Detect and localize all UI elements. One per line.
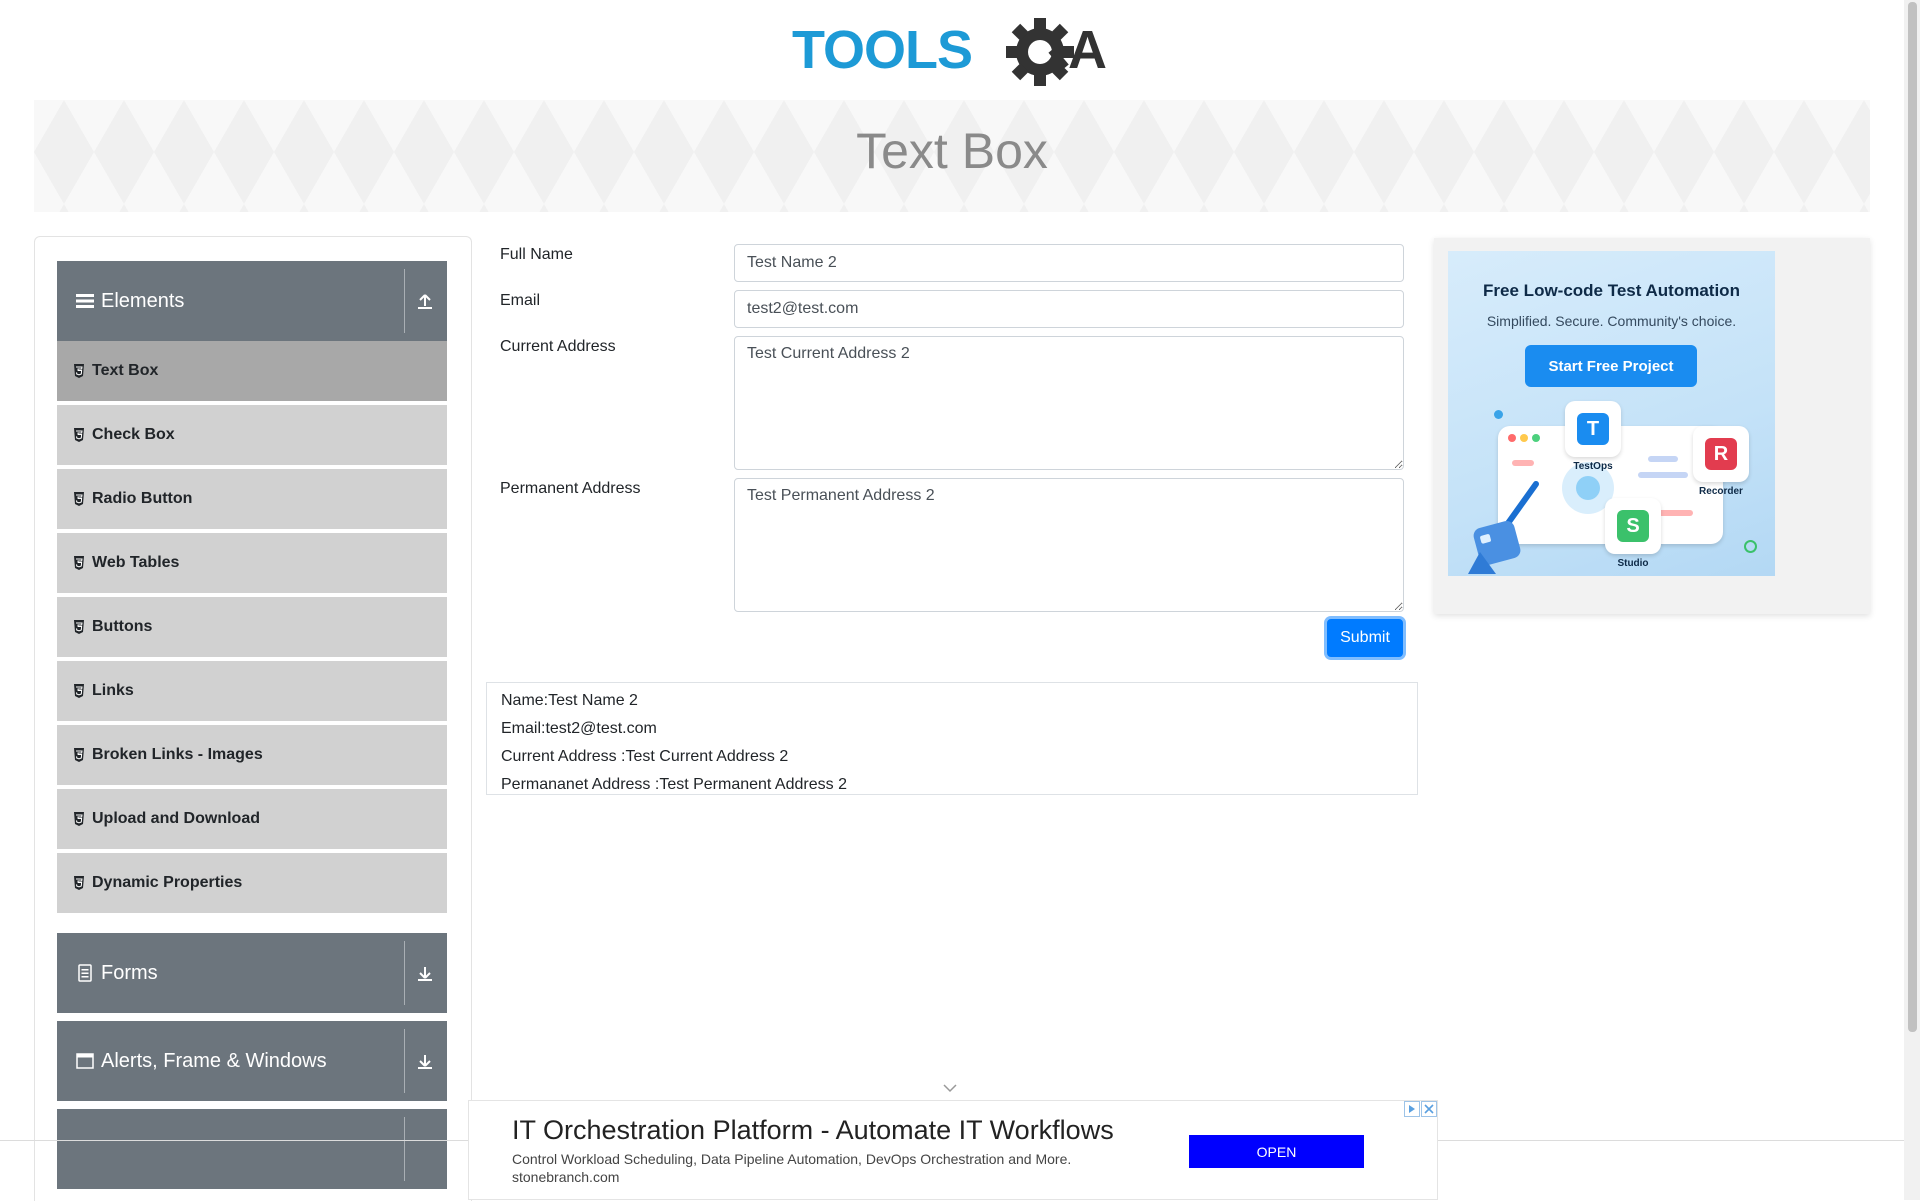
sidebar-item-label: Dynamic Properties bbox=[92, 874, 243, 891]
ad-creative[interactable]: Free Low-code Test Automation Simplified… bbox=[1448, 251, 1775, 576]
decor-ring bbox=[1744, 540, 1757, 553]
ad-subtitle: Simplified. Secure. Community's choice. bbox=[1486, 313, 1737, 329]
studio-app-icon: S bbox=[1605, 498, 1661, 554]
collapse-up-icon[interactable] bbox=[413, 289, 437, 313]
side-advertisement[interactable]: Free Low-code Test Automation Simplified… bbox=[1434, 238, 1870, 614]
header-divider bbox=[404, 1117, 405, 1181]
group-title-alerts: Alerts, Frame & Windows bbox=[101, 1049, 327, 1072]
robot-arm-icon bbox=[1468, 481, 1539, 574]
sidebar-item-label: Upload and Download bbox=[92, 810, 260, 827]
group-header-elements[interactable]: Elements bbox=[57, 261, 447, 341]
html-icon bbox=[74, 556, 84, 570]
form-icon bbox=[75, 963, 95, 983]
ad-bottom-description: Control Workload Scheduling, Data Pipeli… bbox=[512, 1151, 1072, 1167]
full-name-label: Full Name bbox=[500, 246, 573, 263]
recorder-label: Recorder bbox=[1699, 486, 1743, 497]
testops-label: TestOps bbox=[1573, 461, 1613, 472]
sidebar-item-web-tables[interactable]: Web Tables bbox=[57, 533, 447, 595]
sidebar-item-links[interactable]: Links bbox=[57, 661, 447, 723]
group-header-forms[interactable]: Forms bbox=[57, 933, 447, 1013]
logo-text-a: A bbox=[1068, 20, 1107, 80]
output-panel: Name:Test Name 2 Email:test2@test.com Cu… bbox=[486, 682, 1418, 795]
current-address-label: Current Address bbox=[500, 338, 616, 355]
sidebar-item-radio-button[interactable]: Radio Button bbox=[57, 469, 447, 531]
ad-close-icon[interactable] bbox=[1421, 1101, 1437, 1117]
submit-button[interactable]: Submit bbox=[1327, 619, 1403, 657]
html-icon bbox=[74, 492, 84, 506]
page-title: Text Box bbox=[856, 123, 1048, 179]
sidebar-item-dynamic-properties[interactable]: Dynamic Properties bbox=[57, 853, 447, 915]
html-icon bbox=[74, 812, 84, 826]
start-free-project-button[interactable]: Start Free Project bbox=[1525, 345, 1697, 387]
current-address-textarea[interactable]: Test Current Address 2 bbox=[734, 336, 1404, 470]
sidebar-item-label: Check Box bbox=[92, 426, 175, 443]
group-header-alerts[interactable]: Alerts, Frame & Windows bbox=[57, 1021, 447, 1101]
sidebar: Elements Text Box Check Box Radio Button… bbox=[34, 236, 472, 1201]
sidebar-item-upload-download[interactable]: Upload and Download bbox=[57, 789, 447, 851]
decor-dot bbox=[1494, 410, 1503, 419]
studio-label: Studio bbox=[1617, 558, 1649, 569]
sidebar-item-buttons[interactable]: Buttons bbox=[57, 597, 447, 659]
output-email: Email:test2@test.com bbox=[501, 720, 657, 737]
logo-text-tools: TOOLS bbox=[792, 20, 972, 80]
sidebar-item-label: Radio Button bbox=[92, 490, 193, 507]
window-icon bbox=[75, 1051, 95, 1071]
group-header-next[interactable] bbox=[57, 1109, 447, 1189]
full-name-input[interactable] bbox=[734, 244, 1404, 282]
menu-icon bbox=[75, 291, 95, 311]
header-divider bbox=[404, 269, 405, 333]
header-divider bbox=[404, 941, 405, 1005]
ad-bottom-title[interactable]: IT Orchestration Platform - Automate IT … bbox=[512, 1115, 1114, 1146]
email-label: Email bbox=[500, 292, 541, 309]
html-icon bbox=[74, 748, 84, 762]
toolsqa-logo-graphic: TOOLS A bbox=[792, 18, 1107, 86]
sidebar-item-broken-links[interactable]: Broken Links - Images bbox=[57, 725, 447, 787]
html-icon bbox=[74, 620, 84, 634]
html-icon bbox=[74, 428, 84, 442]
permanent-address-label: Permanent Address bbox=[500, 480, 641, 497]
ad-title: Free Low-code Test Automation bbox=[1483, 281, 1740, 300]
gear-icon bbox=[1006, 18, 1074, 86]
email-input[interactable] bbox=[734, 290, 1404, 328]
html-icon bbox=[74, 684, 84, 698]
group-title-elements: Elements bbox=[101, 289, 185, 312]
group-title-forms: Forms bbox=[101, 961, 158, 984]
recorder-app-icon: R bbox=[1693, 426, 1749, 482]
chevron-down-icon[interactable] bbox=[942, 1082, 958, 1094]
expand-down-icon[interactable] bbox=[413, 961, 437, 985]
ad-choices-icon[interactable] bbox=[1404, 1101, 1420, 1117]
sidebar-item-label: Buttons bbox=[92, 618, 153, 635]
sidebar-item-label: Links bbox=[92, 682, 134, 699]
permanent-address-textarea[interactable]: Test Permanent Address 2 bbox=[734, 478, 1404, 612]
ad-bottom-domain[interactable]: stonebranch.com bbox=[512, 1169, 619, 1185]
expand-down-icon[interactable] bbox=[413, 1049, 437, 1073]
scrollbar-thumb[interactable] bbox=[1908, 2, 1917, 1032]
sidebar-item-text-box[interactable]: Text Box bbox=[57, 341, 447, 403]
sidebar-item-check-box[interactable]: Check Box bbox=[57, 405, 447, 467]
bottom-advertisement[interactable]: IT Orchestration Platform - Automate IT … bbox=[468, 1100, 1438, 1200]
sidebar-item-label: Text Box bbox=[92, 362, 159, 379]
html-icon bbox=[74, 876, 84, 890]
output-name: Name:Test Name 2 bbox=[501, 692, 638, 709]
html-icon bbox=[74, 364, 84, 378]
ad-open-button[interactable]: OPEN bbox=[1189, 1135, 1364, 1168]
output-permanent-address: Permananet Address :Test Permanent Addre… bbox=[501, 776, 847, 793]
toolsqa-logo[interactable]: TOOLS A bbox=[790, 12, 1120, 92]
ad-choices[interactable] bbox=[1403, 1101, 1437, 1117]
sidebar-item-label: Web Tables bbox=[92, 554, 180, 571]
output-current-address: Current Address :Test Current Address 2 bbox=[501, 748, 789, 765]
page-banner: Text Box bbox=[34, 100, 1870, 212]
sidebar-item-label: Broken Links - Images bbox=[92, 746, 263, 763]
header-divider bbox=[404, 1029, 405, 1093]
page-scrollbar[interactable] bbox=[1904, 0, 1920, 1200]
testops-app-icon: T bbox=[1565, 401, 1621, 457]
